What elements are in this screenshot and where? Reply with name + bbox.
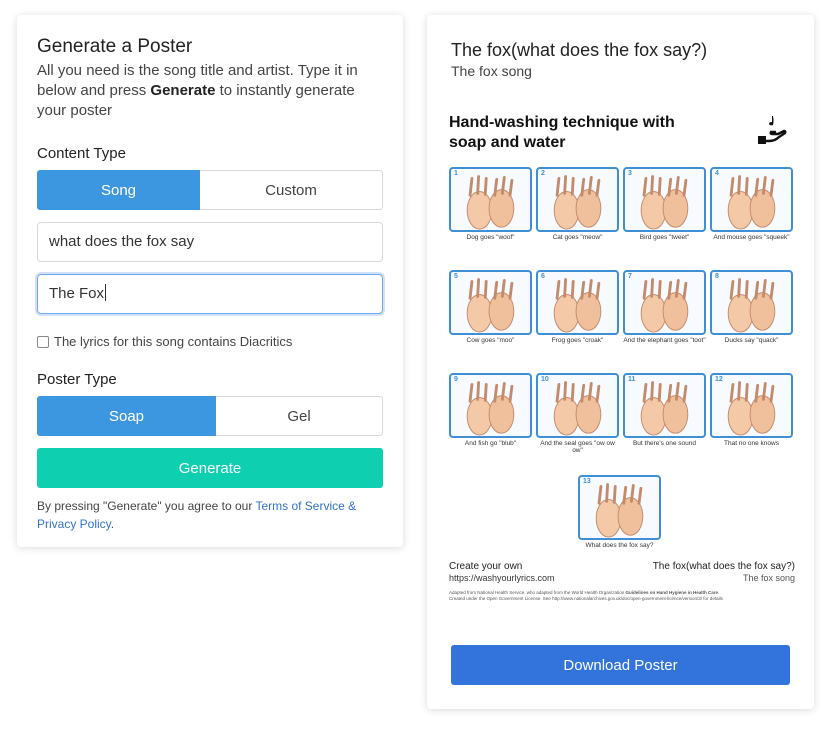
song-title-input[interactable]: what does the fox say [37, 222, 383, 262]
poster-step: 2 Cat goes "meow" [536, 167, 619, 241]
poster-footer-subtitle: The fox song [742, 573, 795, 583]
step-illustration: 7 [623, 270, 706, 335]
poster-type-soap-button[interactable]: Soap [37, 396, 216, 436]
step-caption: And mouse goes "squeek" [713, 234, 790, 241]
step-number: 4 [715, 170, 719, 177]
hand-tap-icon [757, 116, 787, 144]
poster-step: 12 That no one knows [710, 373, 793, 447]
step-illustration: 13 [578, 475, 661, 540]
step-number: 6 [541, 273, 545, 280]
text-cursor [105, 284, 107, 301]
step-number: 13 [583, 478, 591, 485]
step-number: 2 [541, 170, 545, 177]
step-number: 7 [628, 273, 632, 280]
poster-footer-right: The fox(what does the fox say?) The fox … [653, 561, 795, 583]
step-number: 9 [454, 376, 458, 383]
create-your-own-text: Create your own [449, 561, 523, 572]
poster-credit: Adapted from National Health Service, wh… [449, 590, 723, 601]
step-illustration: 10 [536, 373, 619, 438]
step-caption: And fish go "blub" [464, 440, 517, 447]
poster-step: 11 But there's one sound [623, 373, 706, 447]
poster-step: 8 Ducks say "quack" [710, 270, 793, 344]
form-intro: All you need is the song title and artis… [37, 62, 358, 119]
step-caption: What does the fox say? [585, 542, 654, 549]
preview-subtitle: The fox song [451, 63, 532, 79]
step-caption: Frog goes "croak" [551, 337, 604, 344]
poster-heading: Hand-washing technique with soap and wat… [449, 114, 675, 151]
poster-step: 13 What does the fox say? [578, 475, 661, 549]
site-url: https://washyourlyrics.com [449, 573, 555, 583]
step-illustration: 4 [710, 167, 793, 232]
step-illustration: 12 [710, 373, 793, 438]
step-illustration: 6 [536, 270, 619, 335]
content-type-song-button[interactable]: Song [37, 170, 200, 210]
poster-step: 3 Bird goes "tweet" [623, 167, 706, 241]
step-caption: Bird goes "tweet" [639, 234, 690, 241]
poster-footer-left: Create your own https://washyourlyrics.c… [449, 561, 555, 583]
poster-step: 6 Frog goes "croak" [536, 270, 619, 344]
generate-button[interactable]: Generate [37, 448, 383, 488]
step-caption: Cat goes "meow" [552, 234, 603, 241]
content-type-toggle: Song Custom [37, 170, 383, 210]
step-illustration: 8 [710, 270, 793, 335]
poster-step: 1 Dog goes "woof" [449, 167, 532, 241]
poster-step: 10 And the seal goes "ow ow ow" [536, 373, 619, 454]
poster-step: 9 And fish go "blub" [449, 373, 532, 447]
step-illustration: 9 [449, 373, 532, 438]
step-caption: That no one knows [724, 440, 779, 447]
step-caption: And the seal goes "ow ow ow" [540, 440, 615, 454]
step-number: 1 [454, 170, 458, 177]
artist-input[interactable]: The Fox [37, 274, 383, 314]
step-number: 12 [715, 376, 723, 383]
step-caption: And the elephant goes "toot" [623, 337, 706, 344]
step-illustration: 5 [449, 270, 532, 335]
poster-step: 7 And the elephant goes "toot" [623, 270, 706, 344]
step-illustration: 2 [536, 167, 619, 232]
step-caption: Dog goes "woof" [466, 234, 515, 241]
step-illustration: 1 [449, 167, 532, 232]
poster-step: 4 And mouse goes "squeek" [710, 167, 793, 241]
generate-form-card: Generate a Poster All you need is the so… [17, 15, 403, 547]
poster-preview-card: The fox(what does the fox say?) The fox … [427, 15, 814, 709]
step-number: 11 [628, 376, 636, 383]
poster-type-gel-button[interactable]: Gel [216, 396, 383, 436]
step-caption: Ducks say "quack" [724, 337, 779, 344]
step-illustration: 11 [623, 373, 706, 438]
form-title: Generate a Poster [37, 36, 193, 57]
step-illustration: 3 [623, 167, 706, 232]
content-type-custom-button[interactable]: Custom [200, 170, 383, 210]
diacritics-checkbox[interactable] [37, 335, 49, 348]
step-caption: But there's one sound [632, 440, 697, 447]
poster-type-toggle: Soap Gel [37, 396, 383, 436]
download-poster-button[interactable]: Download Poster [451, 645, 790, 685]
poster-type-label: Poster Type [37, 371, 117, 388]
step-caption: Cow goes "moo" [466, 337, 515, 344]
step-number: 5 [454, 273, 458, 280]
step-number: 8 [715, 273, 719, 280]
diacritics-row[interactable]: The lyrics for this song contains Diacri… [37, 334, 383, 349]
poster-step: 5 Cow goes "moo" [449, 270, 532, 344]
poster-image: Hand-washing technique with soap and wat… [445, 113, 795, 613]
diacritics-label: The lyrics for this song contains Diacri… [54, 334, 293, 349]
preview-title: The fox(what does the fox say?) [451, 40, 708, 60]
poster-footer-title: The fox(what does the fox say?) [652, 561, 795, 572]
step-number: 3 [628, 170, 632, 177]
content-type-label: Content Type [37, 145, 126, 162]
terms-text: By pressing "Generate" you agree to our … [37, 499, 357, 531]
intro-generate-bold: Generate [150, 82, 216, 99]
step-number: 10 [541, 376, 549, 383]
